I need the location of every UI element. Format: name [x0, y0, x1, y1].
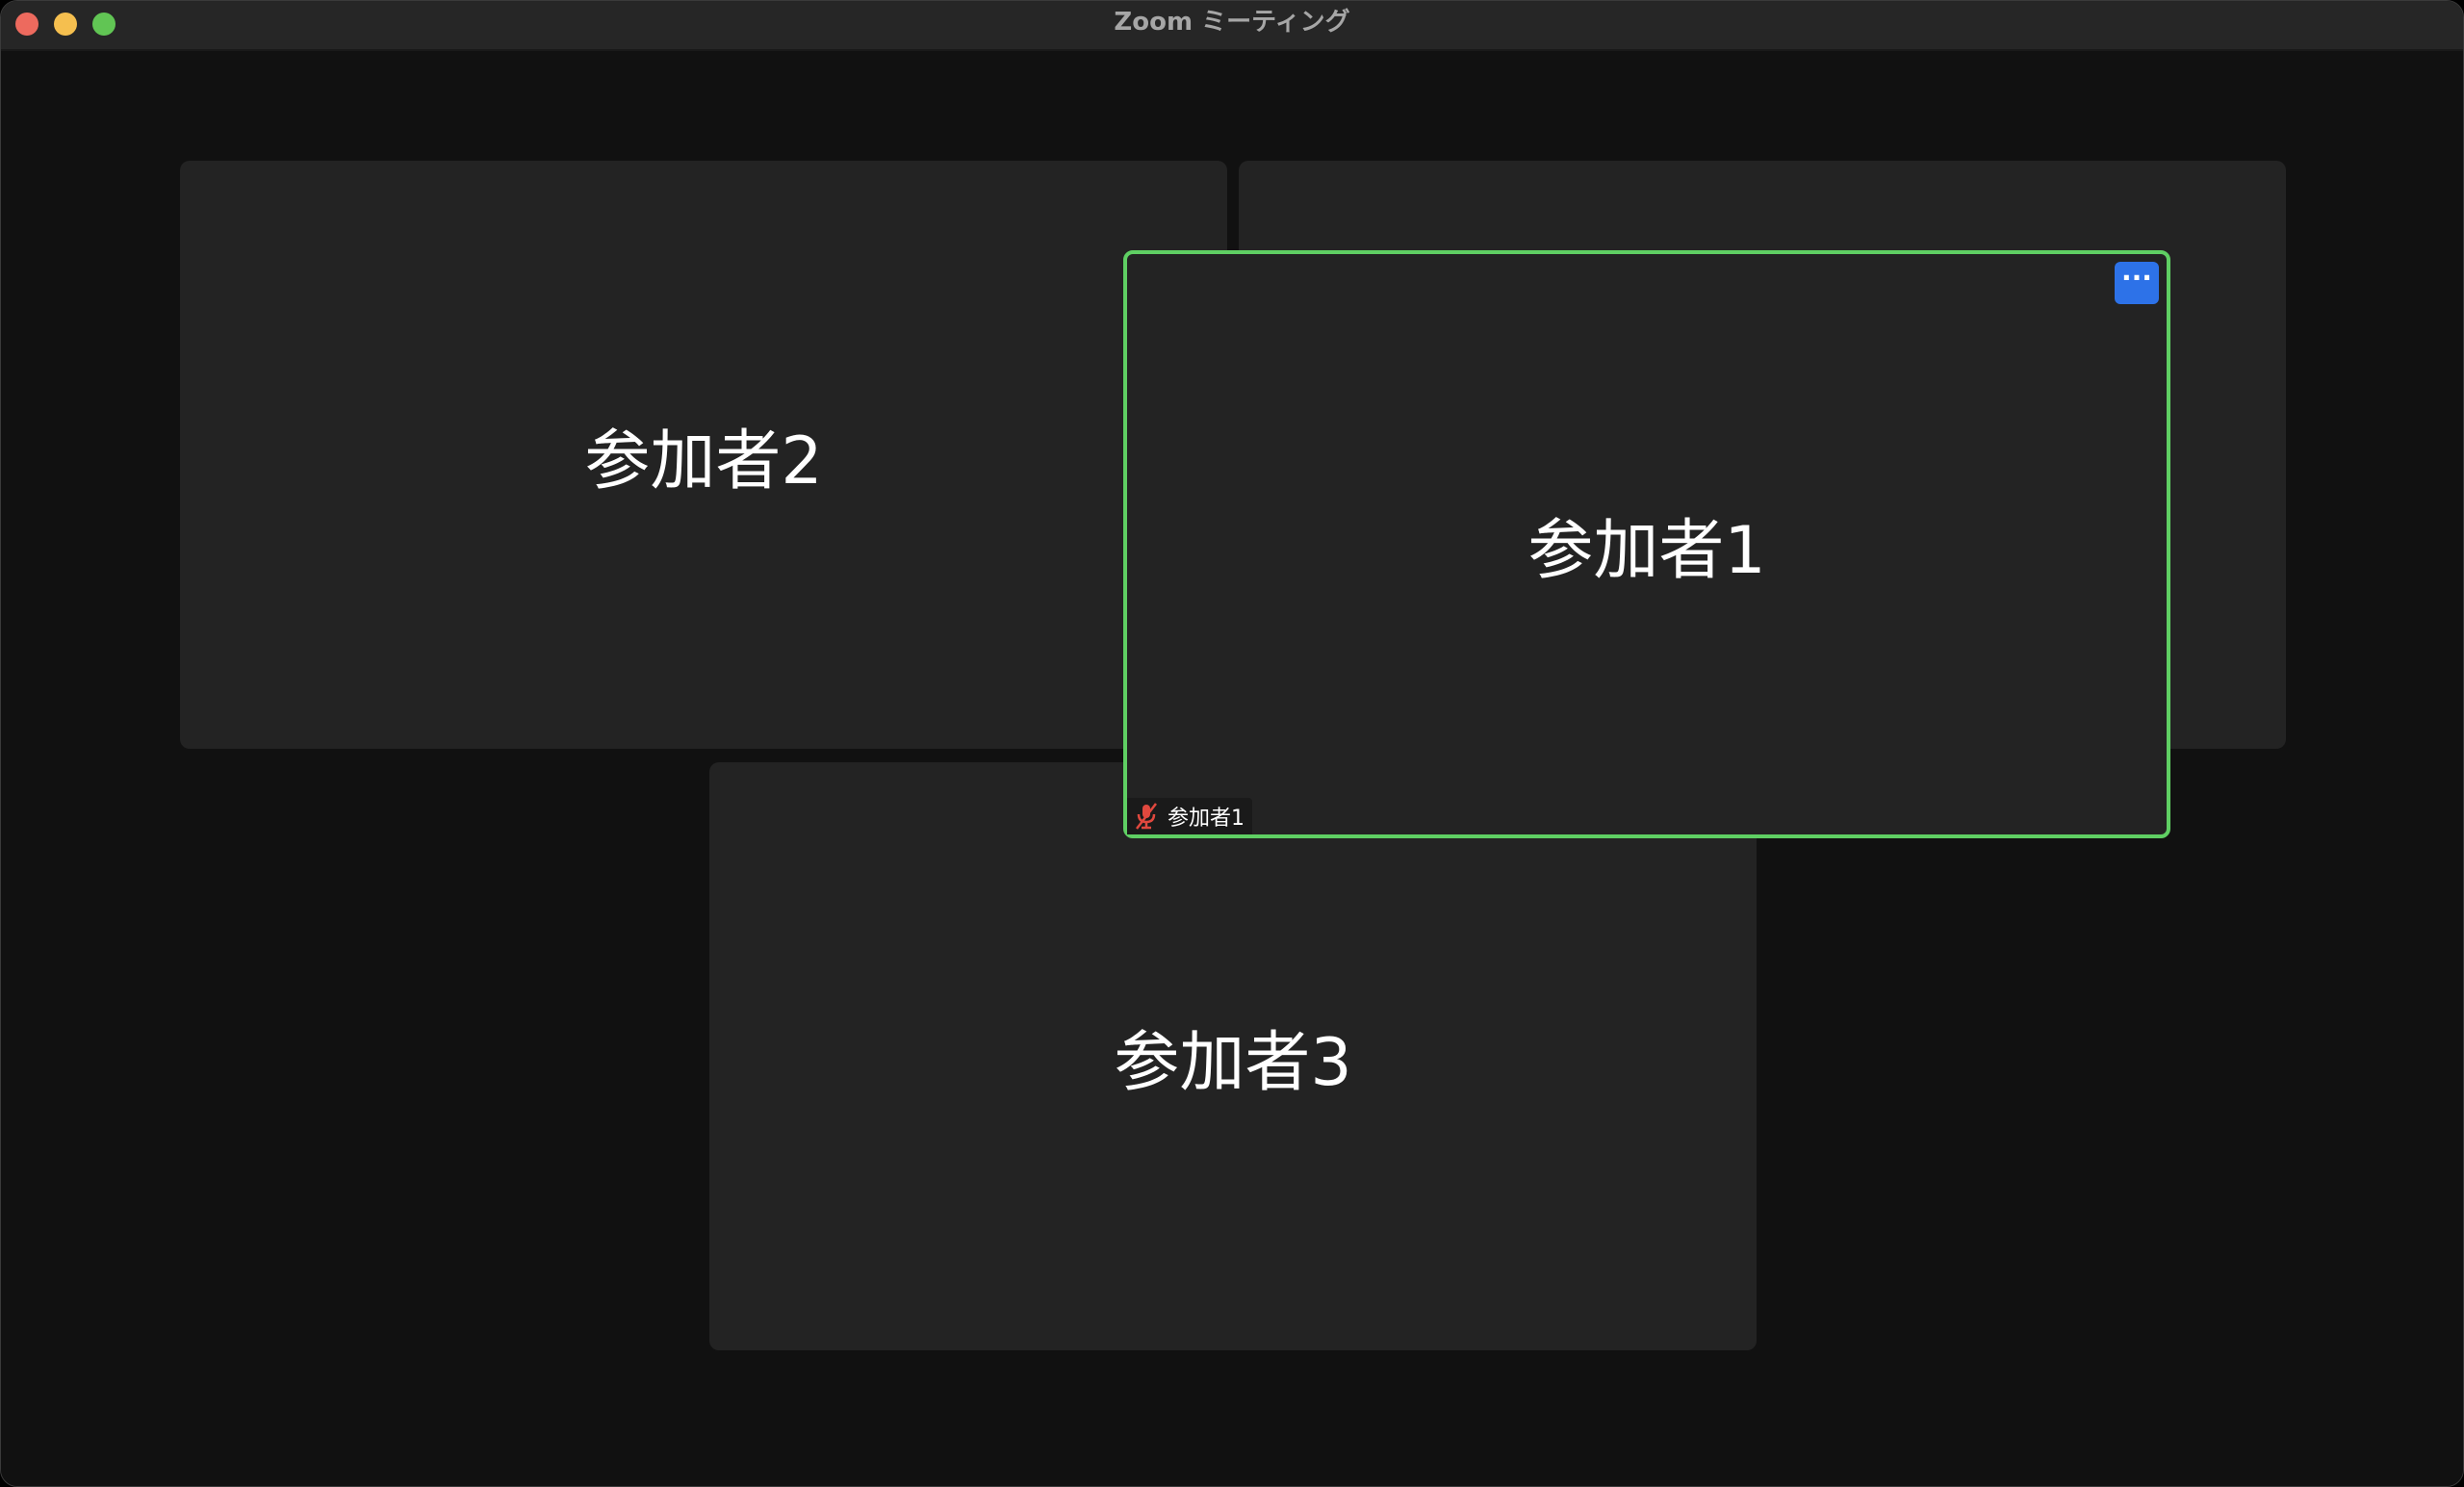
name-tag-label: 参加者1	[1168, 807, 1245, 831]
participant-name-tag: 参加者1	[1127, 798, 1252, 834]
participant-name: 参加者1	[1527, 513, 1766, 589]
muted-mic-icon	[1136, 803, 1157, 830]
window-title: Zoom ミーティング	[1114, 8, 1350, 37]
video-gallery: 参加者2 参加者3 参加者1 ··· 参加者1	[1, 51, 2463, 1486]
zoom-meeting-window: Zoom ミーティング 参加者2 参加者3 参加者1 ··· 参加者1	[0, 0, 2464, 1487]
participant-tile-1-active-speaker[interactable]: 参加者1 ··· 参加者1	[1123, 250, 2170, 838]
participant-name: 参加者2	[584, 423, 823, 500]
participant-name: 参加者3	[1114, 1025, 1352, 1101]
participant-tile-3[interactable]: 参加者3	[709, 762, 1757, 1350]
participant-tile-2[interactable]: 参加者2	[180, 161, 1227, 749]
more-options-button[interactable]: ···	[2115, 262, 2159, 304]
title-bar[interactable]: Zoom ミーティング	[1, 1, 2463, 51]
